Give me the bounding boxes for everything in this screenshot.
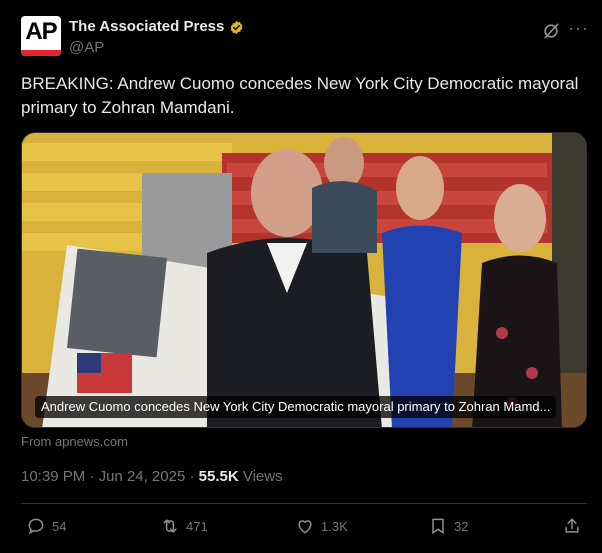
share-icon — [565, 518, 579, 533]
views-label: Views — [242, 468, 283, 485]
grok-icon[interactable] — [541, 21, 561, 41]
bookmark-button[interactable]: 32 — [428, 516, 468, 536]
post-time[interactable]: 10:39 PM — [21, 468, 85, 485]
share-button[interactable] — [562, 516, 588, 536]
media-caption: Andrew Cuomo concedes New York City Demo… — [35, 396, 557, 418]
author-name[interactable]: The Associated Press — [69, 18, 224, 35]
bookmark-icon — [432, 518, 444, 535]
avatar-logo-text: AP — [25, 18, 57, 45]
heart-icon — [298, 520, 312, 534]
verified-badge-icon — [230, 20, 243, 35]
photo-illustration — [22, 133, 586, 427]
meta-separator: · — [89, 468, 95, 485]
avatar-red-bar — [21, 50, 61, 56]
repost-icon — [163, 519, 177, 533]
reply-button[interactable]: 54 — [26, 516, 66, 536]
like-button[interactable]: 1.3K — [295, 516, 348, 536]
bookmark-count: 32 — [454, 518, 469, 534]
views-count: 55.5K — [198, 468, 239, 485]
link-source[interactable]: From apnews.com — [21, 434, 128, 449]
meta-separator: · — [189, 468, 195, 485]
author-avatar[interactable]: AP — [21, 16, 61, 56]
divider — [21, 503, 587, 504]
author-handle[interactable]: @AP — [69, 39, 104, 56]
repost-count: 471 — [186, 518, 208, 534]
repost-button[interactable]: 471 — [160, 516, 208, 536]
post-date[interactable]: Jun 24, 2025 — [99, 468, 186, 485]
post-meta: 10:39 PM · Jun 24, 2025 · 55.5K Views — [21, 468, 283, 485]
more-icon[interactable]: ··· — [568, 18, 589, 39]
reply-count: 54 — [52, 518, 67, 534]
post-text: BREAKING: Andrew Cuomo concedes New York… — [21, 74, 579, 117]
post-media-image[interactable] — [21, 132, 587, 428]
like-count: 1.3K — [321, 518, 348, 534]
reply-icon — [28, 518, 44, 535]
